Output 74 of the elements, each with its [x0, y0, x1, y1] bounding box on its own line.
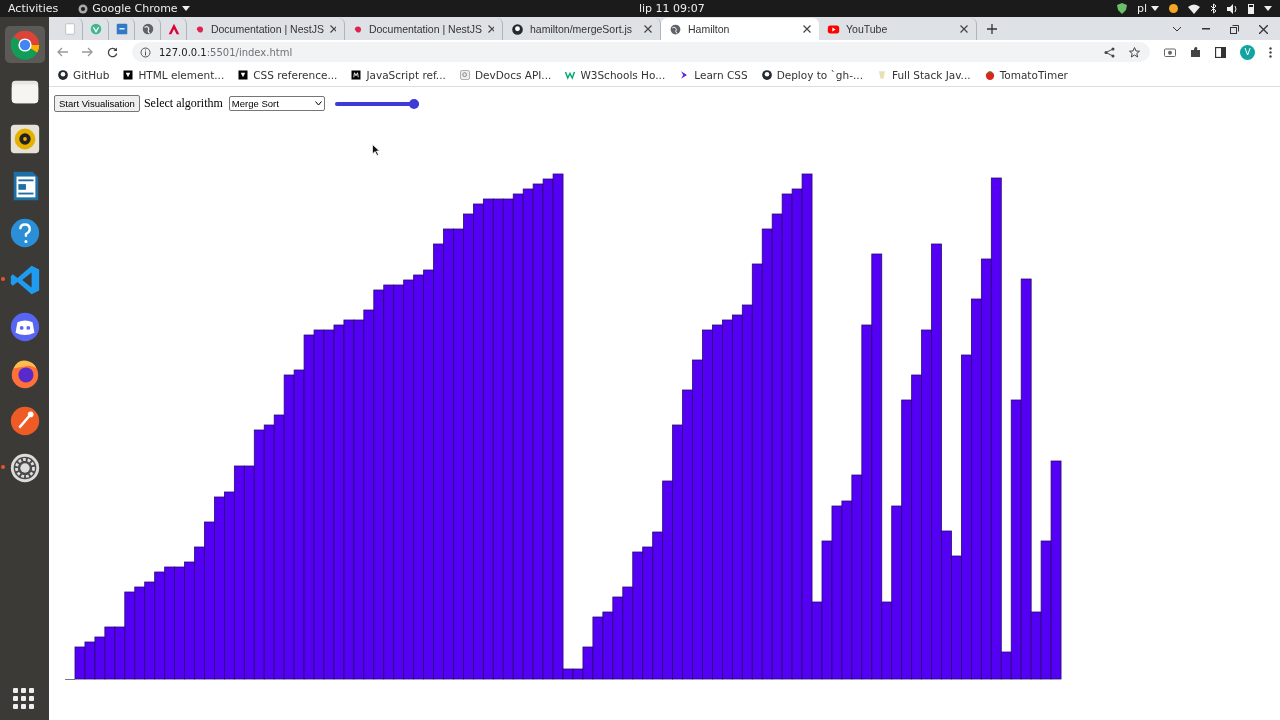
bookmark[interactable]: W3Schools Ho...	[580, 69, 666, 81]
bluetooth-icon[interactable]	[1210, 3, 1217, 14]
keyboard-layout[interactable]: pl	[1136, 2, 1147, 15]
close-icon[interactable]	[644, 25, 652, 33]
bookmark[interactable]: TomatoTimer	[999, 69, 1068, 81]
close-icon[interactable]	[803, 25, 811, 33]
restore-icon[interactable]	[1230, 24, 1239, 34]
clock[interactable]: lip 11 09:07	[639, 2, 705, 15]
page-icon	[62, 22, 77, 36]
globe-icon	[669, 22, 682, 36]
magnifier-icon	[458, 69, 471, 81]
browser-tab[interactable]: Documentation | NestJS	[187, 18, 345, 40]
wifi-icon[interactable]	[1188, 3, 1200, 14]
bookmark[interactable]: Deploy to `gh-...	[776, 69, 863, 81]
m-square-icon	[350, 69, 363, 81]
app-grid-icon[interactable]	[13, 688, 35, 710]
triangle-icon	[166, 22, 181, 36]
start-visualisation-button[interactable]: Start Visualisation	[54, 95, 140, 112]
forward-icon[interactable]	[82, 47, 93, 57]
github-icon	[760, 69, 773, 81]
star-icon[interactable]	[1129, 46, 1140, 58]
play-icon	[827, 22, 840, 36]
close-icon[interactable]	[960, 25, 968, 33]
mouse-cursor-icon	[372, 144, 380, 156]
close-icon[interactable]	[329, 25, 336, 33]
volume-icon[interactable]	[1227, 3, 1238, 14]
v-circle-icon	[88, 22, 103, 36]
side-panel-icon[interactable]	[1215, 46, 1226, 58]
bookmark[interactable]: JavaScript ref...	[366, 69, 446, 81]
camera-icon[interactable]	[1164, 47, 1176, 57]
tomato-icon	[983, 69, 996, 81]
new-tab-icon[interactable]	[987, 24, 997, 34]
browser-tab[interactable]: Hamilton	[661, 18, 819, 40]
info-icon[interactable]	[140, 46, 151, 58]
battery-icon[interactable]	[1248, 3, 1254, 14]
caret-icon[interactable]	[181, 6, 190, 11]
address-bar[interactable]: 127.0.0.1:5501/index.html	[132, 42, 1150, 62]
close-icon[interactable]	[487, 25, 494, 33]
square-icon	[114, 22, 129, 36]
status-dot-icon[interactable]	[1169, 4, 1178, 13]
caret-icon[interactable]	[1151, 6, 1159, 11]
app-menu[interactable]: Google Chrome	[92, 2, 178, 15]
browser-tab[interactable]: Documentation | NestJS	[345, 18, 503, 40]
cup-icon	[876, 69, 888, 81]
bookmark[interactable]: DevDocs API...	[474, 69, 552, 81]
algorithm-select[interactable]: Merge Sort	[228, 96, 325, 111]
browser-tab[interactable]: YouTube	[819, 18, 977, 40]
bookmark[interactable]: HTML element...	[138, 69, 225, 81]
share-icon[interactable]	[1104, 46, 1115, 58]
bookmark[interactable]: Full Stack Jav...	[892, 69, 971, 81]
reload-icon[interactable]	[107, 46, 118, 58]
triangle-square-icon	[122, 69, 135, 81]
tab-search-icon[interactable]	[1172, 26, 1182, 32]
menu-icon[interactable]	[1269, 46, 1272, 58]
bookmark[interactable]: Learn CSS	[694, 69, 748, 81]
minimize-icon[interactable]	[1202, 28, 1210, 30]
globe-icon	[140, 22, 155, 36]
bookmark[interactable]: GitHub	[73, 69, 110, 81]
puzzle-icon[interactable]	[1190, 46, 1201, 58]
github-icon	[57, 69, 69, 81]
ring-icon[interactable]	[78, 3, 89, 14]
dock-app-icon[interactable]	[4, 26, 45, 63]
close-icon[interactable]	[1259, 24, 1268, 34]
github-icon	[511, 22, 524, 36]
shield-icon[interactable]	[1116, 3, 1127, 14]
caret-icon[interactable]	[1264, 6, 1272, 11]
speed-slider[interactable]	[334, 98, 419, 109]
triangle-square-icon	[237, 69, 250, 81]
activities-button[interactable]: Activities	[8, 2, 59, 15]
caret-icon	[314, 101, 322, 106]
w-icon	[564, 69, 577, 81]
algorithm-label: Select algorithm	[143, 96, 223, 111]
back-icon[interactable]	[57, 47, 68, 57]
bookmark[interactable]: CSS reference...	[253, 69, 338, 81]
